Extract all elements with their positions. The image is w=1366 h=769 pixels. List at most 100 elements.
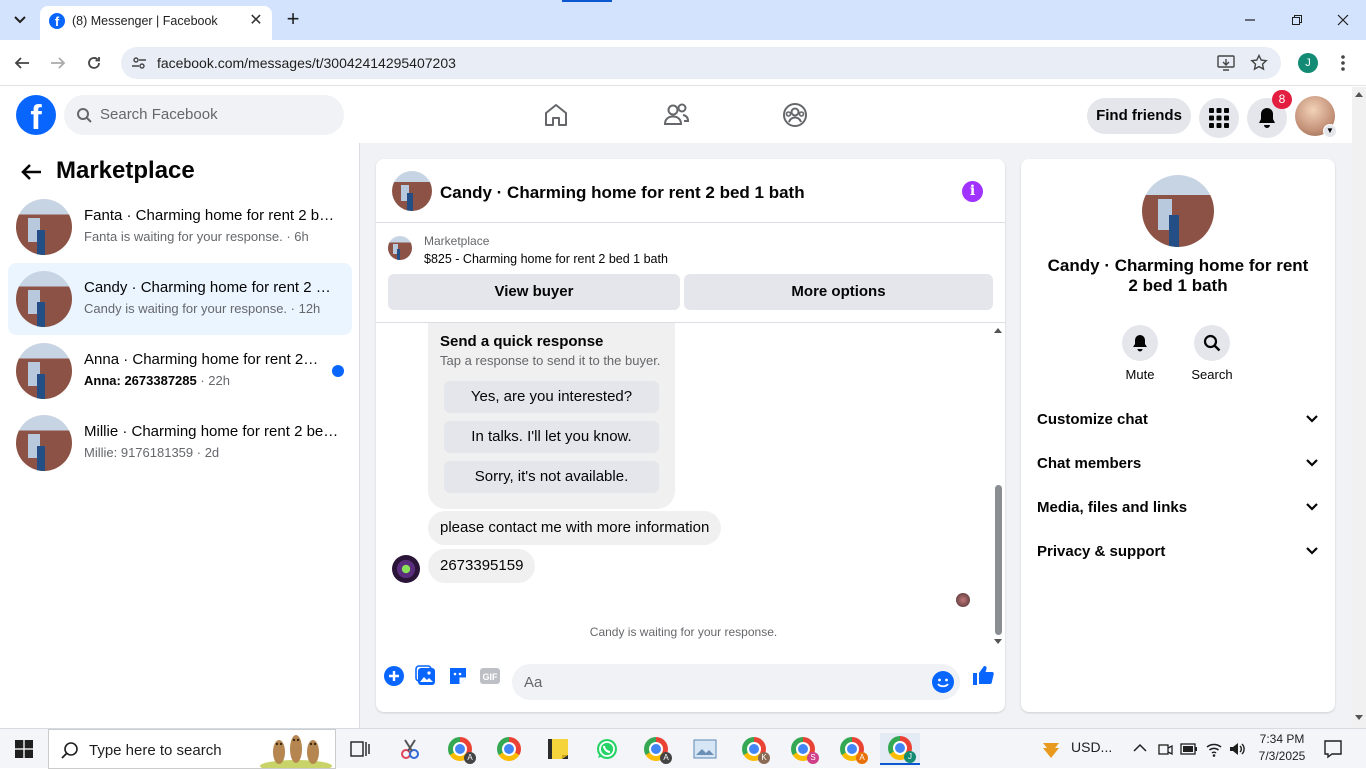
new-tab-button[interactable]: + [282, 8, 304, 31]
quick-response-option[interactable]: Yes, are you interested? [444, 381, 659, 413]
nav-home[interactable] [536, 97, 576, 133]
photo-icon[interactable] [415, 665, 437, 687]
bookmark-star-icon[interactable] [1250, 54, 1268, 72]
battery-icon[interactable] [1180, 742, 1198, 756]
listing-thumbnail [16, 199, 72, 255]
nav-groups[interactable] [775, 97, 815, 133]
scroll-down-icon [1355, 715, 1363, 720]
tab-search-button[interactable] [8, 8, 32, 32]
chat-title[interactable]: Candy · Charming home for rent 2 bed 1 b… [440, 183, 805, 203]
back-button[interactable] [9, 50, 35, 76]
home-icon [545, 104, 567, 126]
conversation-item-selected[interactable]: Candy · Charming home for rent 2 bed 1 b… [8, 263, 352, 335]
conversation-preview: Fanta is waiting for your response. · 6h [84, 229, 309, 244]
taskbar-chrome-profile-a2[interactable]: A [636, 733, 676, 765]
page-scrollbar[interactable] [1352, 87, 1366, 728]
minimize-button[interactable] [1238, 8, 1262, 32]
media-files-links-section[interactable]: Media, files and links [1037, 490, 1319, 526]
currency-widget-icon[interactable] [1040, 739, 1062, 759]
message-bubble[interactable]: please contact me with more information [428, 511, 722, 545]
info-icon[interactable]: i [962, 181, 983, 202]
taskbar-chrome-profile-k[interactable]: K [734, 733, 774, 765]
chat-thumbnail[interactable] [392, 171, 432, 211]
message-input[interactable]: Aa [512, 664, 960, 700]
tab-close-icon[interactable]: ✕ [246, 11, 266, 31]
thumbs-up-icon[interactable] [972, 664, 994, 686]
find-friends-button[interactable]: Find friends [1087, 98, 1191, 134]
back-arrow-icon[interactable] [20, 163, 42, 181]
meet-now-icon[interactable] [1157, 741, 1173, 757]
facebook-logo-icon[interactable]: f [16, 95, 56, 135]
browser-profile-avatar[interactable]: J [1298, 53, 1318, 73]
quick-response-option[interactable]: Sorry, it's not available. [444, 461, 659, 493]
wifi-icon[interactable] [1205, 740, 1223, 758]
nav-friends[interactable] [656, 97, 696, 133]
install-app-icon[interactable] [1217, 55, 1235, 71]
currency-widget-text[interactable]: USD... [1071, 739, 1112, 755]
search-label: Search [1191, 367, 1233, 382]
conversation-item[interactable]: Millie · Charming home for rent 2 bed 1 … [8, 407, 352, 479]
taskbar-app-snipping[interactable] [390, 733, 430, 765]
chat-members-section[interactable]: Chat members [1037, 446, 1319, 482]
taskbar-chrome-profile-a[interactable]: A [440, 733, 480, 765]
taskbar-chrome-profile-s[interactable]: S [783, 733, 823, 765]
tab-strip-accent [562, 0, 612, 2]
emoji-icon[interactable] [932, 671, 954, 693]
volume-icon[interactable] [1228, 740, 1246, 758]
svg-text:GIF: GIF [483, 672, 499, 682]
gif-icon[interactable]: GIF [479, 665, 501, 687]
message-bubble[interactable]: 2673395159 [428, 549, 536, 583]
close-window-button[interactable] [1331, 8, 1355, 32]
chevron-up-icon[interactable] [1133, 743, 1147, 753]
forward-button[interactable] [45, 50, 71, 76]
customize-chat-section[interactable]: Customize chat [1037, 402, 1319, 438]
taskbar-photos[interactable] [685, 733, 725, 765]
chrome-icon: A [644, 737, 672, 764]
search-in-chat-button[interactable]: Search [1182, 325, 1242, 382]
scrollbar-thumb[interactable] [995, 485, 1002, 635]
start-button[interactable] [0, 729, 48, 769]
taskbar-chrome-profile-j-active[interactable]: J [880, 733, 920, 765]
quick-response-option[interactable]: In talks. I'll let you know. [444, 421, 659, 453]
menu-button[interactable] [1199, 98, 1239, 138]
reload-button[interactable] [81, 50, 107, 76]
plus-circle-icon[interactable] [383, 665, 405, 687]
chat-panel: Candy · Charming home for rent 2 bed 1 b… [376, 159, 1005, 712]
conversation-preview: Millie: 9176181359 · 2d [84, 445, 220, 460]
view-buyer-button[interactable]: View buyer [388, 274, 680, 310]
notification-center-icon[interactable] [1323, 739, 1343, 759]
chevron-down-icon: ▼ [1323, 124, 1337, 138]
site-info-icon[interactable] [131, 55, 147, 71]
message-area: Send a quick response Tap a response to … [376, 322, 1005, 652]
mute-button[interactable]: Mute [1110, 325, 1170, 382]
browser-tab-messenger[interactable]: f (8) Messenger | Facebook ✕ [40, 6, 272, 40]
browser-menu-button[interactable] [1336, 53, 1350, 73]
message-scrollbar[interactable] [991, 323, 1005, 653]
account-avatar[interactable]: ▼ [1295, 96, 1337, 138]
sender-avatar[interactable] [392, 555, 420, 583]
restore-button[interactable] [1285, 8, 1309, 32]
taskbar-search-input[interactable]: Type here to search [48, 729, 336, 769]
section-title: Media, files and links [1037, 499, 1188, 516]
arrow-right-icon [51, 57, 66, 69]
facebook-search-input[interactable]: Search Facebook [64, 95, 344, 135]
taskbar-chrome[interactable] [489, 733, 529, 765]
message-composer: GIF Aa [376, 652, 1005, 712]
task-view-button[interactable] [340, 733, 380, 765]
more-options-button[interactable]: More options [684, 274, 993, 310]
address-bar[interactable]: facebook.com/messages/t/3004241429540720… [121, 47, 1281, 79]
taskbar-sticky-notes[interactable] [538, 733, 578, 765]
preview-time: · 22h [196, 373, 230, 388]
conversation-name: Candy · Charming home for rent 2 bed 1 b… [84, 279, 339, 296]
search-icon [1203, 334, 1221, 352]
system-clock[interactable]: 7:34 PM 7/3/2025 [1252, 731, 1312, 765]
conversation-item[interactable]: Anna · Charming home for rent 2 bed 1 ba… [8, 335, 352, 407]
taskbar-chrome-profile-a3[interactable]: A [832, 733, 872, 765]
section-title: Chat members [1037, 455, 1142, 472]
privacy-support-section[interactable]: Privacy & support [1037, 534, 1319, 570]
conversation-item[interactable]: Fanta · Charming home for rent 2 bed 1 b… [8, 191, 352, 263]
taskbar-whatsapp[interactable] [587, 733, 627, 765]
listing-price[interactable]: $825 - Charming home for rent 2 bed 1 ba… [424, 252, 668, 266]
sticky-notes-icon [548, 739, 568, 759]
sticker-icon[interactable] [447, 665, 469, 687]
